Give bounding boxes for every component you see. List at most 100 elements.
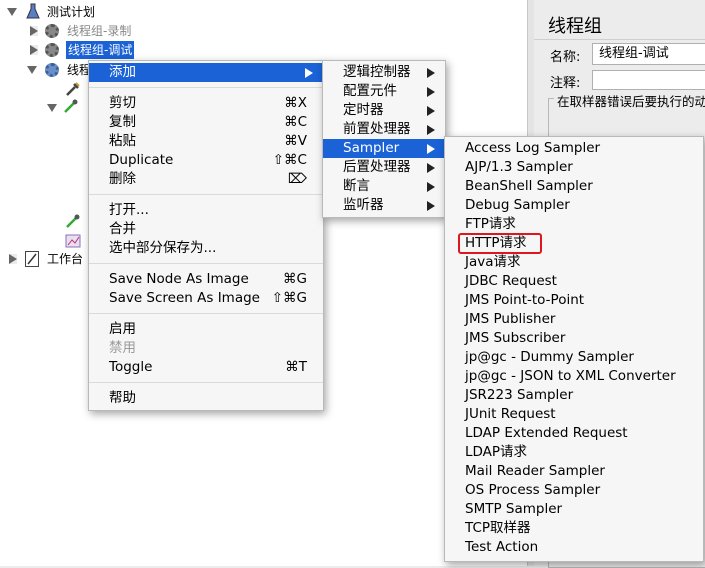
sampler-item[interactable]: Mail Reader Sampler (445, 462, 703, 481)
expand-arrow-icon[interactable] (9, 254, 17, 264)
collapse-arrow-icon[interactable] (27, 66, 37, 74)
sampler-item[interactable]: JMS Subscriber (445, 329, 703, 348)
menu-item-toggle[interactable]: Toggle ⌘T (89, 358, 323, 377)
sampler-item-label: JMS Subscriber (465, 330, 566, 346)
divider (534, 39, 705, 40)
menu-item-config-element[interactable]: 配置元件 (323, 82, 445, 101)
menu-separator (89, 194, 323, 195)
tree-node-group-debug[interactable]: 线程组-调试 (66, 41, 135, 59)
wrench-icon (65, 81, 81, 97)
comment-label: 注释: (550, 76, 581, 91)
sampler-item[interactable]: AJP/1.3 Sampler (445, 158, 703, 177)
sampler-item[interactable]: JSR223 Sampler (445, 386, 703, 405)
sampler-item-label: JUnit Request (465, 406, 556, 422)
sampler-item-label: Access Log Sampler (465, 140, 601, 156)
menu-item-assertion[interactable]: 断言 (323, 177, 445, 196)
submenu-arrow-icon (427, 106, 435, 116)
sampler-item-label: Debug Sampler (465, 197, 570, 213)
sampler-item-label: FTP请求 (465, 216, 516, 232)
sampler-item-label: OS Process Sampler (465, 482, 601, 498)
sampler-item-label: BeanShell Sampler (465, 178, 593, 194)
menu-item-merge[interactable]: 合并 (89, 220, 323, 239)
menu-separator (89, 263, 323, 264)
sampler-item-label: jp@gc - JSON to XML Converter (465, 368, 676, 384)
sampler-item[interactable]: LDAP Extended Request (445, 424, 703, 443)
sampler-item-label: jp@gc - Dummy Sampler (465, 349, 634, 365)
submenu-arrow-icon (427, 144, 435, 154)
sampler-item[interactable]: jp@gc - JSON to XML Converter (445, 367, 703, 386)
submenu-arrow-icon (427, 125, 435, 135)
menu-item-add[interactable]: 添加 (89, 63, 323, 82)
collapse-arrow-icon[interactable] (7, 8, 17, 16)
name-label: 名称: (550, 50, 581, 65)
sampler-item-label: HTTP请求 (465, 235, 527, 251)
expand-arrow-icon[interactable] (30, 45, 38, 55)
sampler-item[interactable]: JDBC Request (445, 272, 703, 291)
menu-item-disable: 禁用 (109, 340, 136, 356)
sampler-item[interactable]: FTP请求 (445, 215, 703, 234)
sampler-item-label: SMTP Sampler (465, 501, 563, 517)
sampler-item-label: Test Action (465, 539, 539, 555)
menu-item-save-screen-image[interactable]: Save Screen As Image ⇧⌘G (89, 289, 323, 308)
sampler-item-label: JSR223 Sampler (465, 387, 574, 403)
sampler-item[interactable]: BeanShell Sampler (445, 177, 703, 196)
menu-item-paste[interactable]: 粘贴 ⌘V (89, 132, 323, 151)
flask-icon (26, 3, 40, 19)
collapse-arrow-icon[interactable] (47, 104, 57, 112)
chart-icon (65, 234, 81, 248)
sampler-item-label: LDAP Extended Request (465, 425, 628, 441)
sampler-item[interactable]: HTTP请求 (445, 234, 703, 253)
submenu-arrow-icon (305, 68, 313, 78)
comment-field[interactable] (592, 70, 705, 90)
menu-item-duplicate[interactable]: Duplicate ⇧⌘C (89, 151, 323, 170)
context-menu: 添加 剪切 ⌘X 复制 ⌘C 粘贴 ⌘V Duplicate ⇧⌘C 删除 ⌦ 打开...… (88, 60, 324, 411)
menu-separator (89, 87, 323, 88)
sampler-item[interactable]: JUnit Request (445, 405, 703, 424)
sampler-item[interactable]: TCP取样器 (445, 519, 703, 538)
sampler-item-label: JDBC Request (465, 273, 557, 289)
sampler-item[interactable]: SMTP Sampler (445, 500, 703, 519)
sampler-item[interactable]: Test Action (445, 538, 703, 557)
sampler-item[interactable]: LDAP请求 (445, 443, 703, 462)
menu-item-save-node-image[interactable]: Save Node As Image ⌘G (89, 270, 323, 289)
menu-item-post-processor[interactable]: 后置处理器 (323, 158, 445, 177)
menu-item-cut[interactable]: 剪切 ⌘X (89, 94, 323, 113)
tree-node-group-record[interactable]: 线程组-录制 (67, 22, 131, 40)
menu-item-pre-processor[interactable]: 前置处理器 (323, 120, 445, 139)
submenu-arrow-icon (427, 182, 435, 192)
menu-item-sampler[interactable]: Sampler (323, 139, 445, 158)
menu-item-open[interactable]: 打开... (89, 201, 323, 220)
add-submenu: 逻辑控制器 配置元件 定时器 前置处理器 Sampler 后置处理器 断言 监听… (322, 60, 446, 218)
sampler-item-label: TCP取样器 (465, 520, 531, 536)
sampler-item[interactable]: Access Log Sampler (445, 139, 703, 158)
sampler-item[interactable]: jp@gc - Dummy Sampler (445, 348, 703, 367)
menu-item-delete[interactable]: 删除 ⌦ (89, 170, 323, 189)
sampler-submenu: Access Log Sampler AJP/1.3 Sampler BeanShe… (444, 136, 704, 562)
menu-item-enable[interactable]: 启用 (89, 320, 323, 339)
sampler-item[interactable]: JMS Point-to-Point (445, 291, 703, 310)
sampler-item[interactable]: Debug Sampler (445, 196, 703, 215)
menu-separator (89, 382, 323, 383)
gear-icon (45, 43, 59, 57)
sampler-item-label: JMS Publisher (465, 311, 556, 327)
sampler-item[interactable]: JMS Publisher (445, 310, 703, 329)
sampler-item[interactable]: OS Process Sampler (445, 481, 703, 500)
expand-arrow-icon[interactable] (30, 26, 38, 36)
menu-item-listener[interactable]: 监听器 (323, 196, 445, 215)
workbench-icon (25, 251, 39, 267)
name-field[interactable]: 线程组-调试 (592, 43, 705, 65)
menu-item-help[interactable]: 帮助 (89, 389, 323, 408)
menu-item-save-selection[interactable]: 选中部分保存为... (89, 239, 323, 258)
gear-icon (45, 24, 59, 38)
menu-separator (89, 313, 323, 314)
tree-node-test-plan[interactable]: 测试计划 (47, 3, 95, 21)
pipette-icon (65, 213, 81, 229)
submenu-arrow-icon (427, 201, 435, 211)
sampler-item-label: JMS Point-to-Point (465, 292, 585, 308)
sampler-item[interactable]: Java请求 (445, 253, 703, 272)
menu-item-copy[interactable]: 复制 ⌘C (89, 113, 323, 132)
submenu-arrow-icon (427, 163, 435, 173)
menu-item-logic-controller[interactable]: 逻辑控制器 (323, 63, 445, 82)
menu-item-timer[interactable]: 定时器 (323, 101, 445, 120)
tree-node-workbench[interactable]: 工作台 (47, 250, 83, 268)
